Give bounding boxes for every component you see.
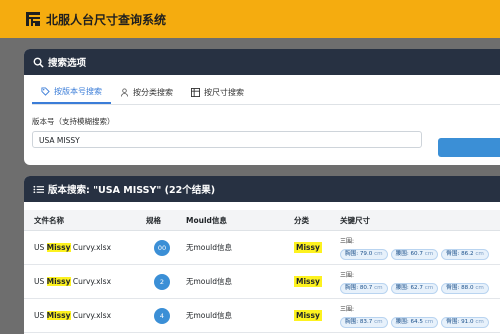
sizes-label: 三围: xyxy=(340,305,355,313)
tab-by-category[interactable]: 按分类搜索 xyxy=(111,81,182,104)
list-icon xyxy=(33,184,44,195)
scale-badge: 4 xyxy=(154,307,170,324)
unit: cm xyxy=(475,250,484,257)
unit: cm xyxy=(475,284,484,291)
category-cell: Missy xyxy=(294,264,340,299)
app-header: 北服人台尺寸查询系统 xyxy=(0,0,500,38)
logo-icon xyxy=(26,12,40,26)
col-header-file: 文件名称 xyxy=(24,210,146,231)
waist-chip: 腰围: 62.7 cm xyxy=(390,282,439,294)
unit: cm xyxy=(475,318,484,325)
tag-icon xyxy=(41,87,50,96)
table-row[interactable]: US Missy Curvy.xlsx 2 无mould信息 Missy 三围:… xyxy=(24,264,500,299)
tab-label: 按分类搜索 xyxy=(133,88,173,97)
results-card: 版本搜索: "USA MISSY" (22个结果) 文件名称 规格 Mould信… xyxy=(24,176,500,334)
tab-by-size[interactable]: 按尺寸搜索 xyxy=(182,81,253,104)
file-name-highlight: Missy xyxy=(46,277,71,286)
scale-cell: 2 xyxy=(146,264,186,299)
file-name-highlight: Missy xyxy=(46,311,71,320)
file-name-suffix: Curvy.xlsx xyxy=(70,243,112,252)
file-name-suffix: Curvy.xlsx xyxy=(70,277,112,286)
chest-chip: 胸围: 83.7 cm xyxy=(340,316,388,328)
file-name-cell: US Missy Curvy.xlsx xyxy=(24,264,146,299)
mould-cell: 无mould信息 xyxy=(186,230,294,265)
waist-value: 腰围: 62.7 xyxy=(395,284,423,291)
sizes-cell: 三围: 胸围: 83.7 cm 腰围: 64.5 cm 臀围: 91.0 cm xyxy=(340,298,500,333)
col-header-category: 分类 xyxy=(294,210,340,231)
tab-by-version[interactable]: 按版本号搜索 xyxy=(32,81,111,104)
col-header-scale: 规格 xyxy=(146,210,186,231)
version-field-label: 版本号（支持模糊搜索） xyxy=(32,117,115,126)
scale-cell: 00 xyxy=(146,230,186,265)
chest-value: 胸围: 83.7 xyxy=(345,318,373,325)
file-name-suffix: Curvy.xlsx xyxy=(70,311,112,320)
unit: cm xyxy=(374,318,383,325)
unit: cm xyxy=(374,284,383,291)
category-cell: Missy xyxy=(294,230,340,265)
hip-chip: 臀围: 91.0 cm xyxy=(441,316,489,328)
waist-chip: 腰围: 64.5 cm xyxy=(390,316,439,328)
sizes-label: 三围: xyxy=(340,271,355,279)
user-icon xyxy=(120,88,129,97)
search-button[interactable] xyxy=(438,138,500,157)
hip-value: 臀围: 91.0 xyxy=(446,318,474,325)
category-badge: Missy xyxy=(294,242,322,253)
sizes-label: 三围: xyxy=(340,237,355,245)
file-name-cell: US Missy Curvy.xlsx xyxy=(24,298,146,333)
results-table: 文件名称 规格 Mould信息 分类 关键尺寸 US Missy Curvy.x… xyxy=(24,210,500,333)
col-header-mould: Mould信息 xyxy=(186,210,294,231)
waist-value: 腰围: 64.5 xyxy=(395,318,423,325)
unit: cm xyxy=(424,284,434,291)
unit: cm xyxy=(374,250,383,257)
hip-value: 臀围: 86.2 xyxy=(446,250,474,257)
waist-chip: 腰围: 60.7 cm xyxy=(390,248,439,260)
search-icon xyxy=(33,57,44,68)
results-card-title: 版本搜索: "USA MISSY" (22个结果) xyxy=(48,185,216,196)
search-tabs: 按版本号搜索 按分类搜索 按尺寸搜索 xyxy=(32,81,500,105)
tab-label: 按尺寸搜索 xyxy=(204,88,244,97)
sizes-cell: 三围: 胸围: 79.0 cm 腰围: 60.7 cm 臀围: 86.2 cm xyxy=(340,230,500,265)
search-card-title: 搜索选项 xyxy=(48,58,87,69)
search-options-card: 搜索选项 按版本号搜索 按分类搜索 按尺寸搜索 版本号（支持模糊搜索） USA … xyxy=(24,49,500,165)
chest-chip: 胸围: 79.0 cm xyxy=(340,248,388,260)
ruler-icon xyxy=(191,88,200,97)
sizes-cell: 三围: 胸围: 80.7 cm 腰围: 62.7 cm 臀围: 88.0 cm xyxy=(340,264,500,299)
unit: cm xyxy=(424,250,434,257)
table-row[interactable]: US Missy Curvy.xlsx 4 无mould信息 Missy 三围:… xyxy=(24,298,500,333)
file-name-prefix: US xyxy=(34,311,47,320)
search-card-header: 搜索选项 xyxy=(24,49,500,75)
waist-value: 腰围: 60.7 xyxy=(395,250,423,257)
file-name-prefix: US xyxy=(34,277,47,286)
file-name-highlight: Missy xyxy=(46,243,71,252)
table-row[interactable]: US Missy Curvy.xlsx 00 无mould信息 Missy 三围… xyxy=(24,230,500,265)
chest-chip: 胸围: 80.7 cm xyxy=(340,282,388,294)
col-header-sizes: 关键尺寸 xyxy=(340,210,500,231)
hip-value: 臀围: 88.0 xyxy=(446,284,474,291)
version-search-input[interactable]: USA MISSY xyxy=(32,131,422,148)
results-card-header: 版本搜索: "USA MISSY" (22个结果) xyxy=(24,176,500,202)
scale-badge: 2 xyxy=(154,273,170,290)
chest-value: 胸围: 79.0 xyxy=(345,250,373,257)
unit: cm xyxy=(424,318,434,325)
hip-chip: 臀围: 88.0 cm xyxy=(441,282,489,294)
file-name-cell: US Missy Curvy.xlsx xyxy=(24,230,146,265)
category-badge: Missy xyxy=(294,310,322,321)
hip-chip: 臀围: 86.2 cm xyxy=(441,248,489,260)
mould-cell: 无mould信息 xyxy=(186,298,294,333)
mould-cell: 无mould信息 xyxy=(186,264,294,299)
app-title: 北服人台尺寸查询系统 xyxy=(46,12,167,27)
tab-label: 按版本号搜索 xyxy=(54,87,102,96)
category-badge: Missy xyxy=(294,276,322,287)
file-name-prefix: US xyxy=(34,243,47,252)
scale-badge: 00 xyxy=(154,239,170,256)
table-header-row: 文件名称 规格 Mould信息 分类 关键尺寸 xyxy=(24,210,500,231)
scale-cell: 4 xyxy=(146,298,186,333)
category-cell: Missy xyxy=(294,298,340,333)
chest-value: 胸围: 80.7 xyxy=(345,284,373,291)
